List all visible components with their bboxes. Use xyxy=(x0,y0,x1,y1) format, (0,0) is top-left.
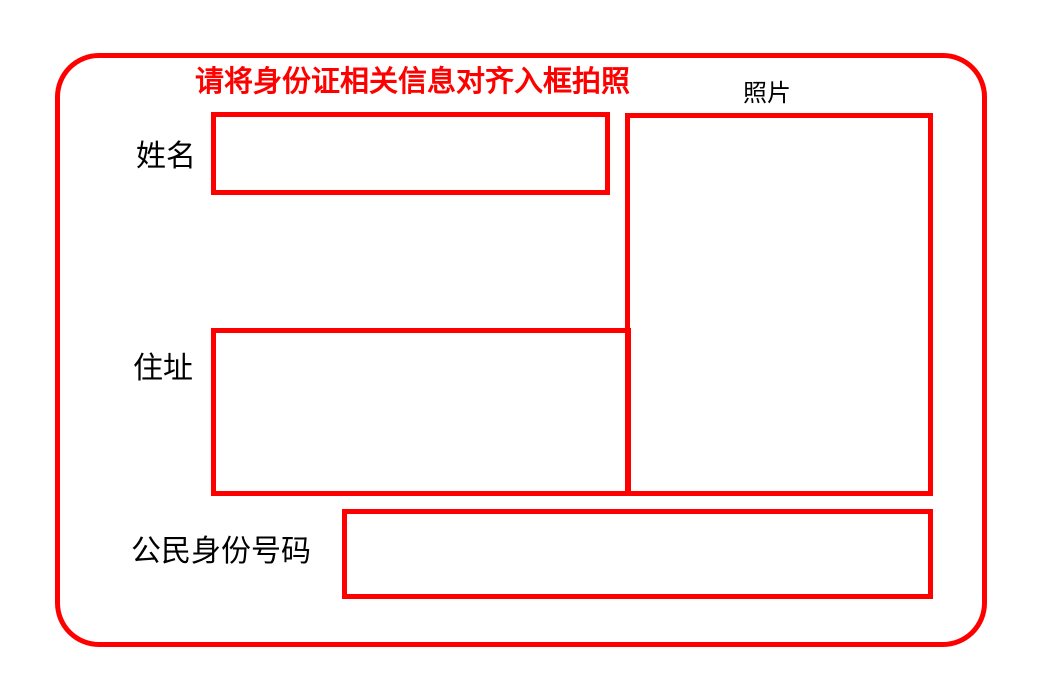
instruction-text: 请将身份证相关信息对齐入框拍照 xyxy=(195,64,631,98)
id-number-label: 公民身份号码 xyxy=(131,534,311,569)
address-field-box xyxy=(211,328,631,496)
name-field-box xyxy=(211,112,610,195)
address-label: 住址 xyxy=(133,351,193,386)
id-number-field-box xyxy=(342,509,933,599)
photo-label: 照片 xyxy=(743,79,791,107)
photo-box xyxy=(625,113,933,496)
name-label: 姓名 xyxy=(136,139,196,174)
